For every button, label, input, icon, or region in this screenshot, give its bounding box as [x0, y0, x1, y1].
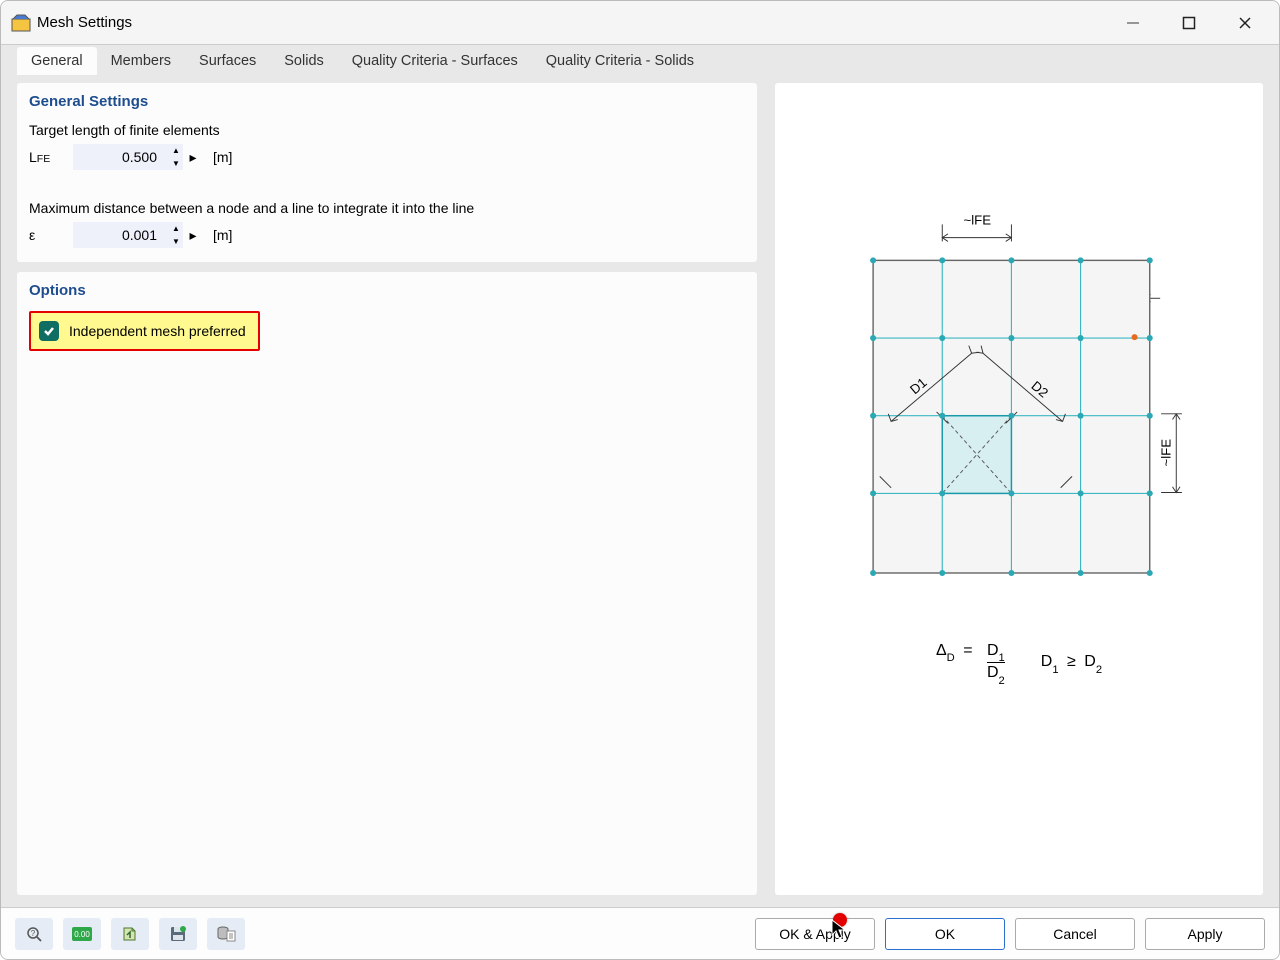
- window-title: Mesh Settings: [37, 14, 1119, 31]
- tab-bar: General Members Surfaces Solids Quality …: [1, 45, 1279, 75]
- mesh-diagram: ~lFE ε: [839, 213, 1199, 592]
- eps-input[interactable]: 0.001 ▲ ▼: [73, 222, 183, 248]
- tab-qc-surfaces[interactable]: Quality Criteria - Surfaces: [338, 47, 532, 75]
- tab-qc-solids[interactable]: Quality Criteria - Solids: [532, 47, 708, 75]
- eps-symbol: ε: [29, 227, 73, 243]
- app-icon: [11, 13, 31, 33]
- lfe-spin-down[interactable]: ▼: [169, 157, 183, 170]
- lfe-symbol: LFE: [29, 149, 73, 165]
- save-default-button[interactable]: [159, 918, 197, 950]
- eps-dropdown[interactable]: ▸: [183, 222, 203, 248]
- titlebar: Mesh Settings: [1, 1, 1279, 45]
- independent-mesh-highlight: Independent mesh preferred: [29, 311, 260, 351]
- svg-text:~lFE: ~lFE: [964, 213, 992, 227]
- recording-indicator-dot: [833, 913, 847, 927]
- svg-text:0.00: 0.00: [74, 930, 90, 939]
- footer: ? 0.00 OK & Apply OK Cancel Apply: [1, 907, 1279, 959]
- help-button[interactable]: ?: [15, 918, 53, 950]
- maximize-button[interactable]: [1175, 9, 1203, 37]
- formula-row: ΔD = D1 D2 D1 ≥ D2: [936, 642, 1102, 685]
- load-default-button[interactable]: [111, 918, 149, 950]
- svg-text:~lFE: ~lFE: [1159, 439, 1174, 467]
- eps-value: 0.001: [122, 227, 157, 243]
- cancel-button[interactable]: Cancel: [1015, 918, 1135, 950]
- options-title: Options: [29, 282, 745, 299]
- general-settings-title: General Settings: [29, 93, 745, 110]
- close-button[interactable]: [1231, 9, 1259, 37]
- apply-button[interactable]: Apply: [1145, 918, 1265, 950]
- options-panel: Options Independent mesh preferred: [17, 272, 757, 895]
- ok-apply-button[interactable]: OK & Apply: [755, 918, 875, 950]
- tab-members[interactable]: Members: [97, 47, 185, 75]
- target-length-label: Target length of finite elements: [29, 122, 745, 138]
- eps-spin-down[interactable]: ▼: [169, 235, 183, 248]
- lfe-input[interactable]: 0.500 ▲ ▼: [73, 144, 183, 170]
- lfe-unit: [m]: [213, 149, 232, 165]
- ok-button[interactable]: OK: [885, 918, 1005, 950]
- eps-unit: [m]: [213, 227, 232, 243]
- eps-spin-up[interactable]: ▲: [169, 222, 183, 235]
- independent-mesh-label: Independent mesh preferred: [69, 323, 246, 339]
- tab-general[interactable]: General: [17, 47, 97, 75]
- independent-mesh-checkbox[interactable]: [39, 321, 59, 341]
- tab-solids[interactable]: Solids: [270, 47, 338, 75]
- lfe-dropdown[interactable]: ▸: [183, 144, 203, 170]
- svg-text:?: ?: [31, 929, 36, 938]
- minimize-button[interactable]: [1119, 9, 1147, 37]
- general-settings-panel: General Settings Target length of finite…: [17, 83, 757, 262]
- tab-surfaces[interactable]: Surfaces: [185, 47, 270, 75]
- max-dist-label: Maximum distance between a node and a li…: [29, 200, 745, 216]
- lfe-value: 0.500: [122, 149, 157, 165]
- lfe-spin-up[interactable]: ▲: [169, 144, 183, 157]
- preview-panel: ~lFE ε: [775, 83, 1263, 895]
- units-button[interactable]: 0.00: [63, 918, 101, 950]
- database-button[interactable]: [207, 918, 245, 950]
